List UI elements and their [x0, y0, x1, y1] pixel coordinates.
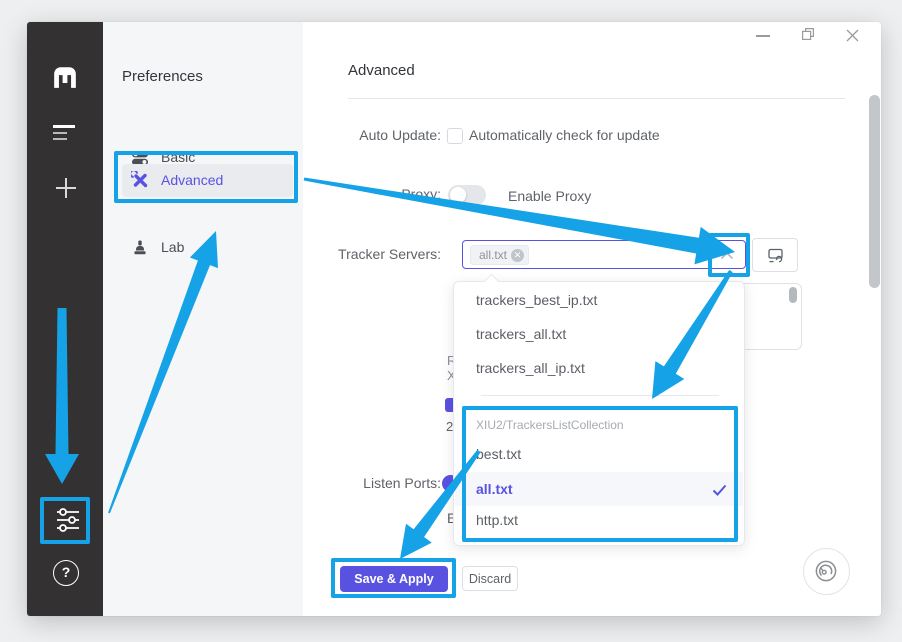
- dropdown-item-selected[interactable]: all.txt: [454, 472, 744, 506]
- app-sidebar: ?: [27, 22, 103, 616]
- task-list-icon[interactable]: [53, 125, 77, 143]
- dropdown-item[interactable]: trackers_all.txt: [454, 317, 744, 351]
- check-icon: [712, 484, 727, 496]
- preferences-sliders-icon[interactable]: [54, 507, 82, 533]
- listen-ports-label: Listen Ports:: [281, 475, 441, 491]
- nav-item-advanced[interactable]: Advanced: [122, 164, 293, 197]
- nav-item-label: Lab: [161, 231, 184, 264]
- proxy-label: Proxy:: [281, 186, 441, 202]
- dropdown-group-label: XIU2/TrackersListCollection: [476, 417, 624, 433]
- screenshot-stage: ? Preferences Basic Advanced: [0, 0, 902, 642]
- proxy-toggle-label: Enable Proxy: [508, 188, 591, 204]
- nav-title: Preferences: [122, 68, 203, 85]
- dropdown-separator: [481, 395, 719, 396]
- tag-close-icon[interactable]: ✕: [511, 249, 524, 262]
- dropdown-item[interactable]: best.txt: [454, 437, 744, 471]
- auto-update-checkbox-label[interactable]: Automatically check for update: [469, 127, 660, 143]
- save-apply-button[interactable]: Save & Apply: [340, 566, 448, 592]
- lab-stamp-icon: [131, 239, 149, 257]
- maximize-button[interactable]: [801, 27, 815, 41]
- preferences-nav: Preferences Basic Advanced: [103, 22, 303, 616]
- proxy-toggle[interactable]: [448, 185, 486, 205]
- tools-icon: [131, 171, 149, 189]
- tracker-servers-select[interactable]: all.txt ✕: [462, 240, 746, 269]
- motrix-logo-icon: [52, 65, 78, 88]
- add-task-icon[interactable]: [54, 176, 78, 200]
- dropdown-item[interactable]: http.txt: [454, 503, 744, 537]
- close-button[interactable]: [845, 28, 860, 43]
- speed-gauge-button[interactable]: [803, 548, 850, 595]
- gauge-icon: [811, 556, 841, 586]
- discard-button[interactable]: Discard: [462, 566, 518, 591]
- main-scrollbar-thumb[interactable]: [869, 95, 880, 288]
- dropdown-item[interactable]: trackers_best_ip.txt: [454, 283, 744, 317]
- nav-item-label: Advanced: [161, 164, 223, 197]
- auto-update-label: Auto Update:: [281, 127, 441, 143]
- chevron-up-icon[interactable]: [720, 251, 734, 260]
- auto-update-checkbox[interactable]: [447, 128, 463, 144]
- help-glyph: ?: [62, 564, 71, 580]
- minimize-button[interactable]: [756, 35, 770, 37]
- help-icon[interactable]: ?: [53, 560, 79, 586]
- title-divider: [348, 98, 845, 99]
- tracker-servers-label: Tracker Servers:: [281, 246, 441, 262]
- sync-trackers-button[interactable]: [752, 238, 798, 272]
- page-title: Advanced: [348, 62, 415, 79]
- tracker-dropdown: trackers_best_ip.txt trackers_all.txt tr…: [453, 281, 745, 546]
- textarea-scrollbar-thumb[interactable]: [789, 287, 797, 303]
- nav-item-lab[interactable]: Lab: [103, 231, 303, 264]
- toggle-knob: [450, 187, 466, 203]
- dropdown-item[interactable]: trackers_all_ip.txt: [454, 351, 744, 385]
- sync-icon: [767, 247, 784, 264]
- selected-tag-label: all.txt: [479, 245, 507, 265]
- selected-tag: all.txt ✕: [470, 245, 529, 265]
